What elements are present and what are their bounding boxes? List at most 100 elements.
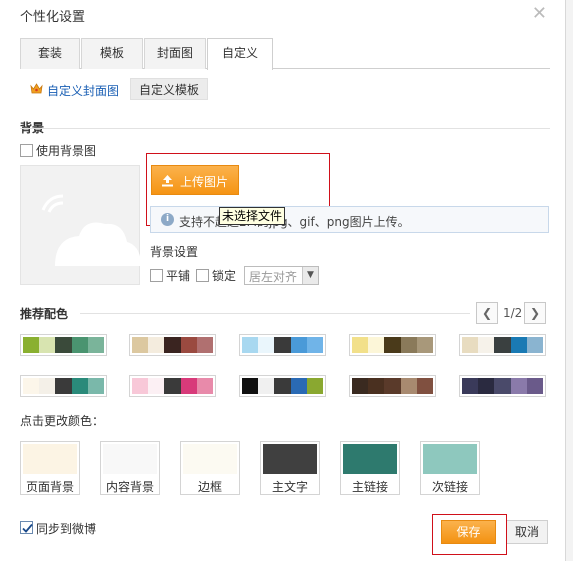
swatch-color bbox=[368, 337, 385, 353]
color-option[interactable]: 主文字 bbox=[260, 441, 320, 495]
customize-hint: 点击更改颜色： bbox=[20, 414, 105, 428]
color-option[interactable]: 内容背景 bbox=[100, 441, 160, 495]
dialog-title: 个性化设置 bbox=[20, 10, 86, 25]
palette-swatch[interactable] bbox=[459, 334, 546, 356]
tab-template[interactable]: 模板 bbox=[81, 38, 143, 69]
palette-swatch[interactable] bbox=[349, 375, 436, 397]
swatch-color bbox=[274, 337, 291, 353]
swatch-color bbox=[416, 337, 434, 353]
color-option[interactable]: 边框 bbox=[180, 441, 240, 495]
palette-swatch[interactable] bbox=[129, 334, 216, 356]
swatch-color bbox=[384, 337, 401, 353]
use-background-checkbox[interactable] bbox=[20, 144, 33, 157]
swatch-color bbox=[526, 378, 544, 394]
swatch-color bbox=[196, 378, 214, 394]
checkmark-icon bbox=[22, 523, 33, 533]
swatch-color bbox=[368, 378, 385, 394]
swatch-color bbox=[148, 378, 165, 394]
section-divider bbox=[20, 128, 550, 129]
color-preview bbox=[263, 444, 317, 474]
swatch-color bbox=[478, 337, 495, 353]
swatch-color bbox=[258, 337, 275, 353]
close-icon[interactable]: ✕ bbox=[532, 3, 547, 24]
color-option[interactable]: 页面背景 bbox=[20, 441, 80, 495]
swatch-color bbox=[87, 337, 105, 353]
settings-dialog: 个性化设置 ✕ 套装 模板 封面图 自定义 自定义封面图 自定义模板 背景 使用… bbox=[0, 0, 566, 561]
swatch-color bbox=[510, 337, 527, 353]
upload-label: 上传图片 bbox=[180, 175, 229, 189]
swatch-color bbox=[71, 337, 88, 353]
custom-cover-link[interactable]: 自定义封面图 bbox=[47, 82, 119, 99]
align-select-value: 居左对齐 bbox=[249, 270, 298, 284]
swatch-color bbox=[55, 337, 72, 353]
swatch-color bbox=[462, 378, 479, 394]
swatch-color bbox=[462, 337, 479, 353]
next-page-button[interactable]: ❯ bbox=[524, 302, 546, 324]
palette-swatch[interactable] bbox=[239, 375, 326, 397]
tab-suit[interactable]: 套装 bbox=[20, 38, 80, 69]
background-settings-title: 背景设置 bbox=[150, 245, 199, 259]
swatch-color bbox=[290, 337, 307, 353]
color-preview bbox=[183, 444, 237, 474]
color-preview bbox=[343, 444, 397, 474]
swatch-color bbox=[494, 337, 511, 353]
custom-template-button[interactable]: 自定义模板 bbox=[130, 78, 208, 100]
upload-info-bar: i 支持不超过2M的jpg、gif、png图片上传。 bbox=[150, 206, 549, 233]
swatch-color bbox=[180, 378, 197, 394]
swatch-color bbox=[242, 378, 259, 394]
color-option-label: 内容背景 bbox=[105, 480, 154, 494]
upload-icon bbox=[162, 175, 173, 187]
tab-cover[interactable]: 封面图 bbox=[144, 38, 206, 69]
color-option-label: 主链接 bbox=[351, 480, 388, 494]
color-option[interactable]: 次链接 bbox=[420, 441, 480, 495]
tile-checkbox[interactable] bbox=[150, 269, 163, 282]
color-option-label: 主文字 bbox=[271, 480, 308, 494]
swatch-color bbox=[55, 378, 72, 394]
swatch-color bbox=[352, 337, 369, 353]
swatch-color bbox=[510, 378, 527, 394]
crown-icon bbox=[30, 83, 43, 94]
tile-label: 平铺 bbox=[166, 269, 191, 283]
swatch-color bbox=[39, 378, 56, 394]
palette-swatch[interactable] bbox=[129, 375, 216, 397]
swatch-color bbox=[290, 378, 307, 394]
color-preview bbox=[423, 444, 477, 474]
upload-image-button[interactable]: 上传图片 bbox=[151, 165, 239, 195]
color-option-label: 边框 bbox=[197, 480, 222, 494]
swatch-color bbox=[164, 378, 181, 394]
swatch-color bbox=[400, 337, 417, 353]
lock-checkbox[interactable] bbox=[196, 269, 209, 282]
swatch-color bbox=[23, 337, 40, 353]
swatch-color bbox=[39, 337, 56, 353]
palette-swatch[interactable] bbox=[20, 375, 107, 397]
swatch-color bbox=[352, 378, 369, 394]
swatch-color bbox=[478, 378, 495, 394]
sync-weibo-label: 同步到微博 bbox=[36, 522, 97, 536]
palette-swatch[interactable] bbox=[349, 334, 436, 356]
palette-swatch[interactable] bbox=[459, 375, 546, 397]
swatch-color bbox=[132, 337, 149, 353]
align-select[interactable]: 居左对齐 ▼ bbox=[244, 266, 319, 285]
file-tooltip: 未选择文件 bbox=[219, 207, 286, 225]
swatch-color bbox=[148, 337, 165, 353]
image-placeholder-icon bbox=[41, 194, 141, 266]
use-background-label: 使用背景图 bbox=[36, 144, 97, 158]
sync-weibo-checkbox[interactable] bbox=[20, 521, 33, 534]
color-option[interactable]: 主链接 bbox=[340, 441, 400, 495]
swatch-color bbox=[23, 378, 40, 394]
palette-section-title: 推荐配色 bbox=[20, 307, 69, 321]
palette-swatch[interactable] bbox=[20, 334, 107, 356]
tab-custom[interactable]: 自定义 bbox=[207, 38, 273, 70]
cancel-button[interactable]: 取消 bbox=[506, 520, 548, 544]
color-preview bbox=[103, 444, 157, 474]
swatch-color bbox=[384, 378, 401, 394]
swatch-color bbox=[494, 378, 511, 394]
prev-page-button[interactable]: ❮ bbox=[476, 302, 498, 324]
tab-bar: 套装 模板 封面图 自定义 bbox=[20, 38, 550, 70]
color-preview bbox=[23, 444, 77, 474]
swatch-color bbox=[400, 378, 417, 394]
swatch-color bbox=[87, 378, 105, 394]
palette-swatch[interactable] bbox=[239, 334, 326, 356]
color-option-label: 次链接 bbox=[431, 480, 468, 494]
info-icon: i bbox=[161, 213, 174, 226]
